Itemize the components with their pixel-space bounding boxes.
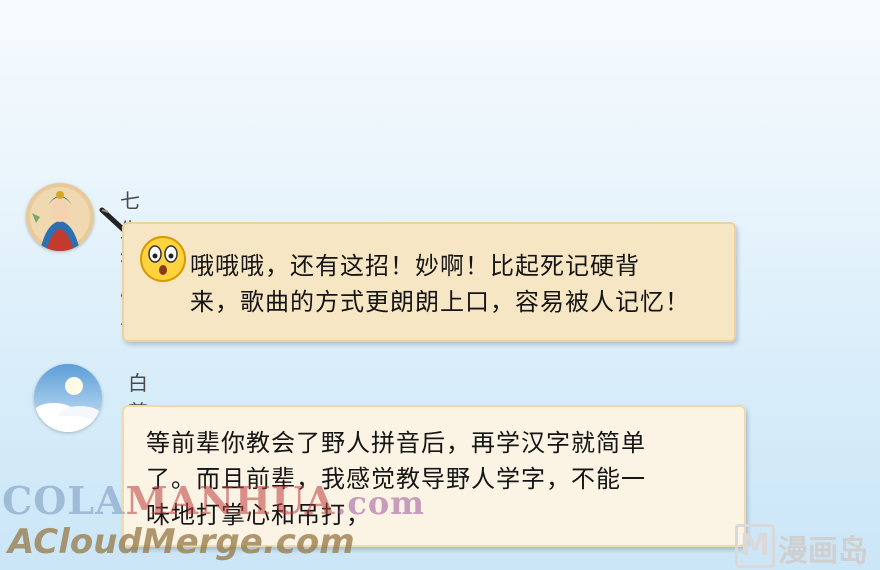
shocked-face-icon — [140, 236, 186, 282]
avatar-qisheng[interactable] — [26, 183, 94, 251]
message-bubble[interactable]: 哦哦哦，还有这招！妙啊！比起死记硬背 来，歌曲的方式更朗朗上口，容易被人记忆！ — [122, 222, 736, 342]
acloudmerge-watermark: ACloudMerge.com — [8, 522, 355, 562]
manhuadao-logo-icon: M — [735, 524, 775, 568]
avatar-baizunzhe[interactable] — [34, 364, 102, 432]
avatar-qisheng-image — [26, 183, 94, 251]
colamanhua-watermark: COLAMANHUA.com — [2, 478, 426, 523]
message-text: 哦哦哦，还有这招！妙啊！比起死记硬背 来，歌曲的方式更朗朗上口，容易被人记忆！ — [190, 252, 690, 316]
avatar-baizunzhe-image — [34, 364, 102, 432]
manhuadao-logo-text: 漫画岛 — [778, 534, 868, 569]
